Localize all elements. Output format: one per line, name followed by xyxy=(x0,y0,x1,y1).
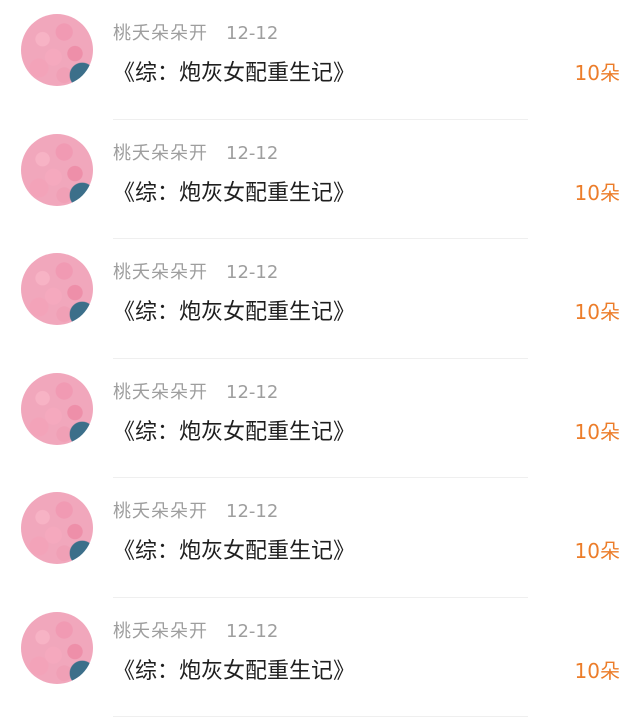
item-meta: 桃夭朵朵开 12-12 xyxy=(113,19,278,47)
avatar[interactable] xyxy=(21,492,93,564)
username[interactable]: 桃夭朵朵开 xyxy=(113,143,208,164)
list-item[interactable]: 桃夭朵朵开 12-12 《综：炮灰女配重生记》 10朵 xyxy=(0,239,640,359)
username[interactable]: 桃夭朵朵开 xyxy=(113,262,208,283)
list-item[interactable]: 桃夭朵朵开 12-12 《综：炮灰女配重生记》 10朵 xyxy=(0,478,640,598)
username[interactable]: 桃夭朵朵开 xyxy=(113,382,208,403)
book-title[interactable]: 《综：炮灰女配重生记》 xyxy=(113,414,355,446)
avatar[interactable] xyxy=(21,14,93,86)
gift-amount: 10朵 xyxy=(575,535,620,564)
avatar[interactable] xyxy=(21,612,93,684)
date: 12-12 xyxy=(226,23,278,44)
username[interactable]: 桃夭朵朵开 xyxy=(113,621,208,642)
gift-amount: 10朵 xyxy=(575,57,620,86)
item-meta: 桃夭朵朵开 12-12 xyxy=(113,139,278,167)
book-title[interactable]: 《综：炮灰女配重生记》 xyxy=(113,533,355,565)
date: 12-12 xyxy=(226,262,278,283)
username[interactable]: 桃夭朵朵开 xyxy=(113,23,208,44)
item-meta: 桃夭朵朵开 12-12 xyxy=(113,258,278,286)
date: 12-12 xyxy=(226,621,278,642)
date: 12-12 xyxy=(226,143,278,164)
list-item[interactable]: 桃夭朵朵开 12-12 《综：炮灰女配重生记》 10朵 xyxy=(0,0,640,120)
username[interactable]: 桃夭朵朵开 xyxy=(113,501,208,522)
gift-record-list: 桃夭朵朵开 12-12 《综：炮灰女配重生记》 10朵 桃夭朵朵开 12-12 《综… xyxy=(0,0,640,713)
book-title[interactable]: 《综：炮灰女配重生记》 xyxy=(113,653,355,685)
book-title[interactable]: 《综：炮灰女配重生记》 xyxy=(113,175,355,207)
list-item[interactable]: 桃夭朵朵开 12-12 《综：炮灰女配重生记》 10朵 xyxy=(0,598,640,717)
book-title[interactable]: 《综：炮灰女配重生记》 xyxy=(113,294,355,326)
gift-amount: 10朵 xyxy=(575,655,620,684)
item-meta: 桃夭朵朵开 12-12 xyxy=(113,617,278,645)
date: 12-12 xyxy=(226,382,278,403)
gift-amount: 10朵 xyxy=(575,296,620,325)
book-title[interactable]: 《综：炮灰女配重生记》 xyxy=(113,55,355,87)
list-item[interactable]: 桃夭朵朵开 12-12 《综：炮灰女配重生记》 10朵 xyxy=(0,359,640,479)
avatar[interactable] xyxy=(21,134,93,206)
avatar[interactable] xyxy=(21,373,93,445)
date: 12-12 xyxy=(226,501,278,522)
avatar[interactable] xyxy=(21,253,93,325)
gift-amount: 10朵 xyxy=(575,177,620,206)
item-meta: 桃夭朵朵开 12-12 xyxy=(113,378,278,406)
item-meta: 桃夭朵朵开 12-12 xyxy=(113,497,278,525)
list-item[interactable]: 桃夭朵朵开 12-12 《综：炮灰女配重生记》 10朵 xyxy=(0,120,640,240)
gift-amount: 10朵 xyxy=(575,416,620,445)
